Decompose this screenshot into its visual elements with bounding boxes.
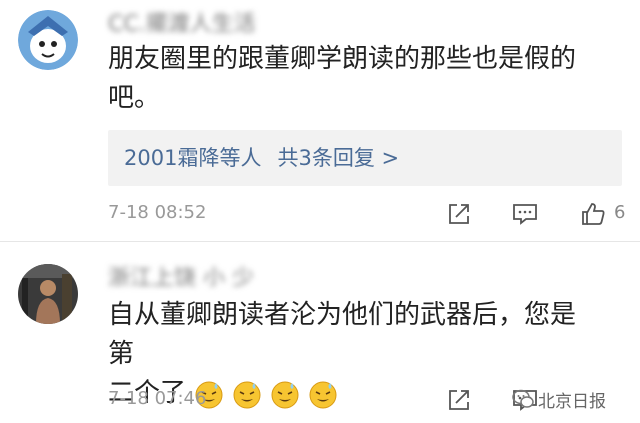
like-button[interactable] [578, 199, 608, 229]
reply-people: 2001霜降等人 [124, 146, 262, 170]
comment-icon [513, 204, 537, 225]
replies-link[interactable]: 2001霜降等人 共3条回复 > [108, 130, 622, 186]
watermark: 北京日报 [512, 387, 606, 412]
share-button[interactable] [444, 385, 474, 415]
comment-text-line: 朋友圈里的跟董卿学朗读的那些也是假的 [108, 44, 577, 74]
timestamp: 7-18 08:52 [108, 202, 207, 223]
avatar[interactable] [18, 10, 78, 70]
comment-text-line: 吧。 [108, 83, 161, 113]
comment-meta: 7-18 08:52 6 [108, 199, 626, 229]
avatar[interactable] [18, 264, 78, 324]
comment-text: 朋友圈里的跟董卿学朗读的那些也是假的 吧。 [108, 40, 598, 118]
comment-text-line: 自从董卿朗读者沦为他们的武器后，您是第 [108, 300, 577, 369]
watermark-text: 北京日报 [538, 391, 606, 412]
comment-item: CC.擺渡人生活 朋友圈里的跟董卿学朗读的那些也是假的 吧。 2001霜降等人共… [0, 0, 640, 240]
username[interactable]: 浙江上饶 小 少 [108, 260, 254, 286]
share-button[interactable] [444, 199, 474, 229]
share-icon [449, 204, 469, 224]
cartoon-avatar-icon [18, 10, 78, 70]
wechat-icon [512, 389, 534, 408]
reply-count: 共3条回复 > [277, 146, 400, 170]
photo-avatar-icon [18, 264, 78, 324]
like-count: 6 [614, 202, 626, 223]
reply-button[interactable] [510, 199, 540, 229]
share-icon [449, 390, 469, 410]
username[interactable]: CC.擺渡人生活 [108, 6, 256, 32]
timestamp: 7-18 07:46 [108, 388, 207, 409]
thumbs-up-icon [582, 203, 605, 225]
